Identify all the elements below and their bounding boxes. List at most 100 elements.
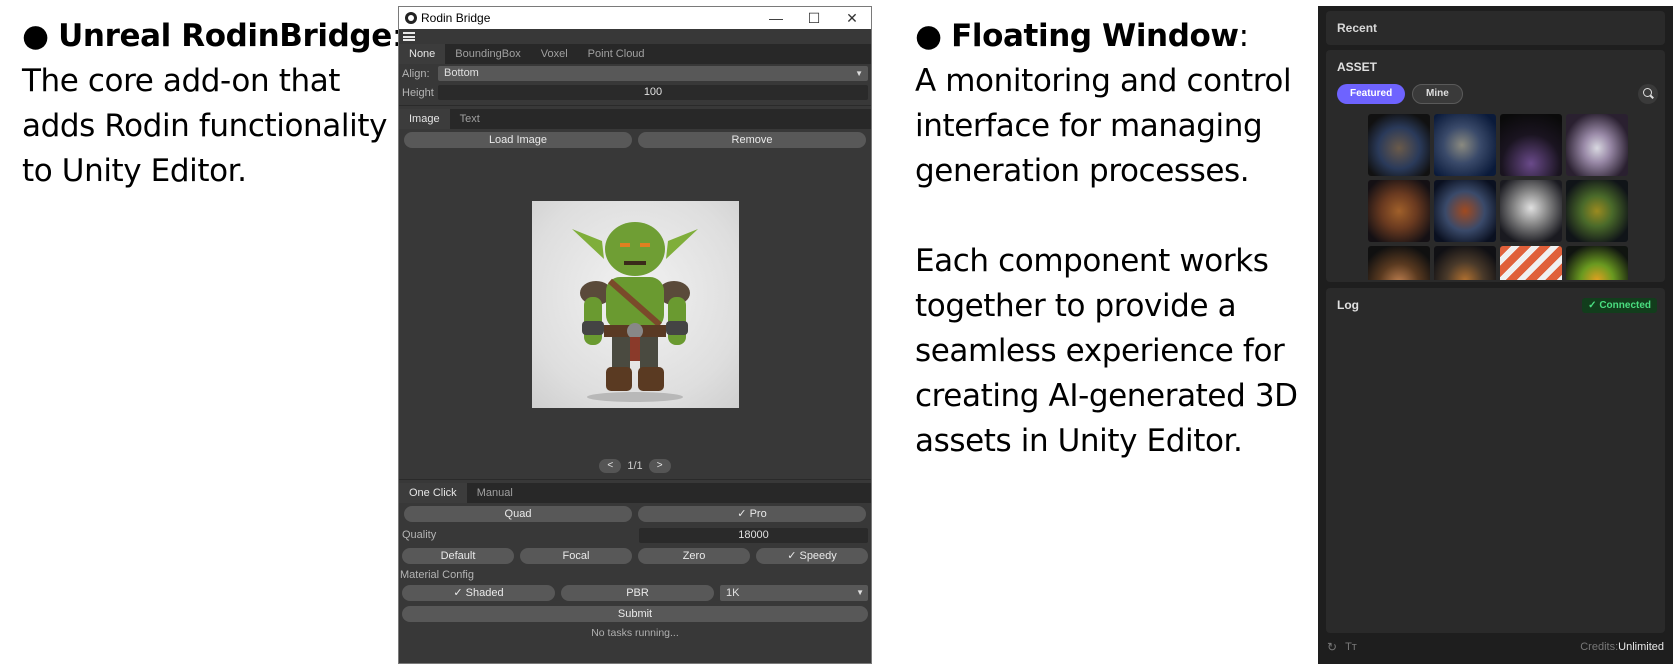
load-image-button[interactable]: Load Image <box>404 132 632 148</box>
align-dropdown[interactable]: Bottom ▼ <box>438 66 868 81</box>
pbr-button[interactable]: PBR <box>561 585 714 601</box>
maximize-button[interactable]: ☐ <box>795 7 833 29</box>
generation-mode-options: Default Focal Zero ✓ Speedy <box>399 545 871 567</box>
menu-icon[interactable] <box>403 32 415 41</box>
floating-window-footer: ↻ Tт Credits:Unlimited <box>1318 636 1673 658</box>
description-line: adds Rodin functionality <box>22 108 388 144</box>
remove-button[interactable]: Remove <box>638 132 866 148</box>
tab-image[interactable]: Image <box>399 109 450 129</box>
quality-row: Quality 18000 <box>399 525 871 545</box>
caret-down-icon: ▼ <box>855 69 863 78</box>
resolution-value: 1K <box>726 587 740 599</box>
speedy-button[interactable]: ✓ Speedy <box>756 548 868 564</box>
submit-button[interactable]: Submit <box>402 606 868 622</box>
credits-label: Credits: <box>1580 641 1619 653</box>
bullet: ● <box>22 18 49 54</box>
resolution-dropdown[interactable]: 1K ▼ <box>720 585 868 601</box>
asset-thumbnail[interactable] <box>1368 114 1430 176</box>
floating-window-heading: ● Floating Window: <box>915 14 1315 59</box>
focal-button[interactable]: Focal <box>520 548 632 564</box>
default-button[interactable]: Default <box>402 548 514 564</box>
task-status: No tasks running... <box>591 627 679 639</box>
asset-thumbnail[interactable] <box>1566 246 1628 280</box>
minimize-button[interactable]: — <box>757 7 795 29</box>
description-line: to Unity Editor. <box>22 153 247 189</box>
asset-thumbnail[interactable] <box>1500 180 1562 242</box>
rodin-bridge-window: Rodin Bridge — ☐ ✕ None BoundingBox Voxe… <box>398 6 872 664</box>
divider <box>399 479 871 480</box>
bbox-tabs: None BoundingBox Voxel Point Cloud <box>399 44 871 64</box>
quad-button[interactable]: Quad <box>404 506 632 522</box>
asset-thumbnail[interactable] <box>1566 114 1628 176</box>
window-title: Rodin Bridge <box>421 11 491 25</box>
description-line: generation processes. <box>915 153 1250 189</box>
refresh-icon[interactable]: ↻ <box>1327 640 1337 654</box>
asset-thumbnail[interactable] <box>1566 180 1628 242</box>
align-label: Align: <box>402 67 430 80</box>
next-page-button[interactable]: > <box>648 459 671 473</box>
height-row: Height 100 <box>399 83 871 102</box>
quality-field[interactable]: 18000 <box>639 527 868 543</box>
tab-boundingbox[interactable]: BoundingBox <box>445 44 530 64</box>
divider <box>399 105 871 106</box>
log-panel: Log ✓ Connected <box>1326 288 1665 633</box>
summary-line: assets in Unity Editor. <box>915 423 1243 459</box>
asset-grid <box>1368 114 1628 280</box>
mine-filter-button[interactable]: Mine <box>1412 84 1463 104</box>
zero-button[interactable]: Zero <box>638 548 750 564</box>
summary-line: together to provide a <box>915 288 1237 324</box>
asset-thumbnail[interactable] <box>1368 180 1430 242</box>
prev-page-button[interactable]: < <box>599 459 622 473</box>
caret-down-icon: ▼ <box>856 588 864 597</box>
mesh-options: Quad ✓ Pro <box>399 503 871 525</box>
description-line: The core add-on that <box>22 63 341 99</box>
goblin-illustration <box>572 222 698 402</box>
text-size-icon[interactable]: Tт <box>1345 641 1357 653</box>
asset-thumbnail[interactable] <box>1368 246 1430 280</box>
height-field[interactable]: 100 <box>438 85 868 100</box>
input-tabs: Image Text <box>399 109 871 129</box>
credits-value: Unlimited <box>1618 641 1664 653</box>
image-actions: Load Image Remove <box>399 129 871 151</box>
asset-thumbnail[interactable] <box>1500 246 1562 280</box>
tab-text[interactable]: Text <box>450 109 490 129</box>
quality-label: Quality <box>402 529 437 541</box>
floating-window-description: ● Floating Window: A monitoring and cont… <box>915 14 1315 464</box>
height-label: Height <box>402 86 434 99</box>
asset-title: ASSET <box>1337 60 1378 74</box>
shaded-button[interactable]: ✓ Shaded <box>402 585 555 601</box>
align-row: Align: Bottom ▼ <box>399 64 871 83</box>
window-titlebar: Rodin Bridge — ☐ ✕ <box>399 7 871 29</box>
summary-line: Each component works <box>915 243 1269 279</box>
image-pager: < 1/1 > <box>399 456 871 476</box>
material-config-label: Material Config <box>400 569 474 581</box>
mode-tabs: One Click Manual <box>399 483 871 503</box>
pro-button[interactable]: ✓ Pro <box>638 506 866 522</box>
tab-manual[interactable]: Manual <box>467 483 523 503</box>
summary-line: creating AI-generated 3D <box>915 378 1298 414</box>
recent-title: Recent <box>1337 21 1378 35</box>
tab-none[interactable]: None <box>399 44 446 64</box>
unity-logo-icon <box>405 12 417 24</box>
tab-one-click[interactable]: One Click <box>399 483 467 503</box>
close-button[interactable]: ✕ <box>833 7 871 29</box>
align-value: Bottom <box>444 67 479 79</box>
asset-thumbnail[interactable] <box>1500 114 1562 176</box>
tab-point-cloud[interactable]: Point Cloud <box>578 44 655 64</box>
tab-voxel[interactable]: Voxel <box>531 44 578 64</box>
description-line: interface for managing <box>915 108 1263 144</box>
page-indicator: 1/1 <box>627 460 643 472</box>
asset-thumbnail[interactable] <box>1434 114 1496 176</box>
search-icon[interactable] <box>1638 84 1658 104</box>
asset-thumbnail[interactable] <box>1434 180 1496 242</box>
connection-status-badge: ✓ Connected <box>1582 298 1657 313</box>
featured-filter-button[interactable]: Featured <box>1337 84 1406 104</box>
material-options: ✓ Shaded PBR 1K ▼ <box>399 583 871 603</box>
submit-row: Submit <box>399 603 871 625</box>
rodinbridge-heading: ● Unreal RodinBridge: <box>22 14 402 59</box>
recent-panel[interactable]: Recent <box>1326 11 1665 45</box>
heading-text: Floating Window <box>951 18 1239 54</box>
log-title: Log <box>1337 298 1359 312</box>
asset-thumbnail[interactable] <box>1434 246 1496 280</box>
